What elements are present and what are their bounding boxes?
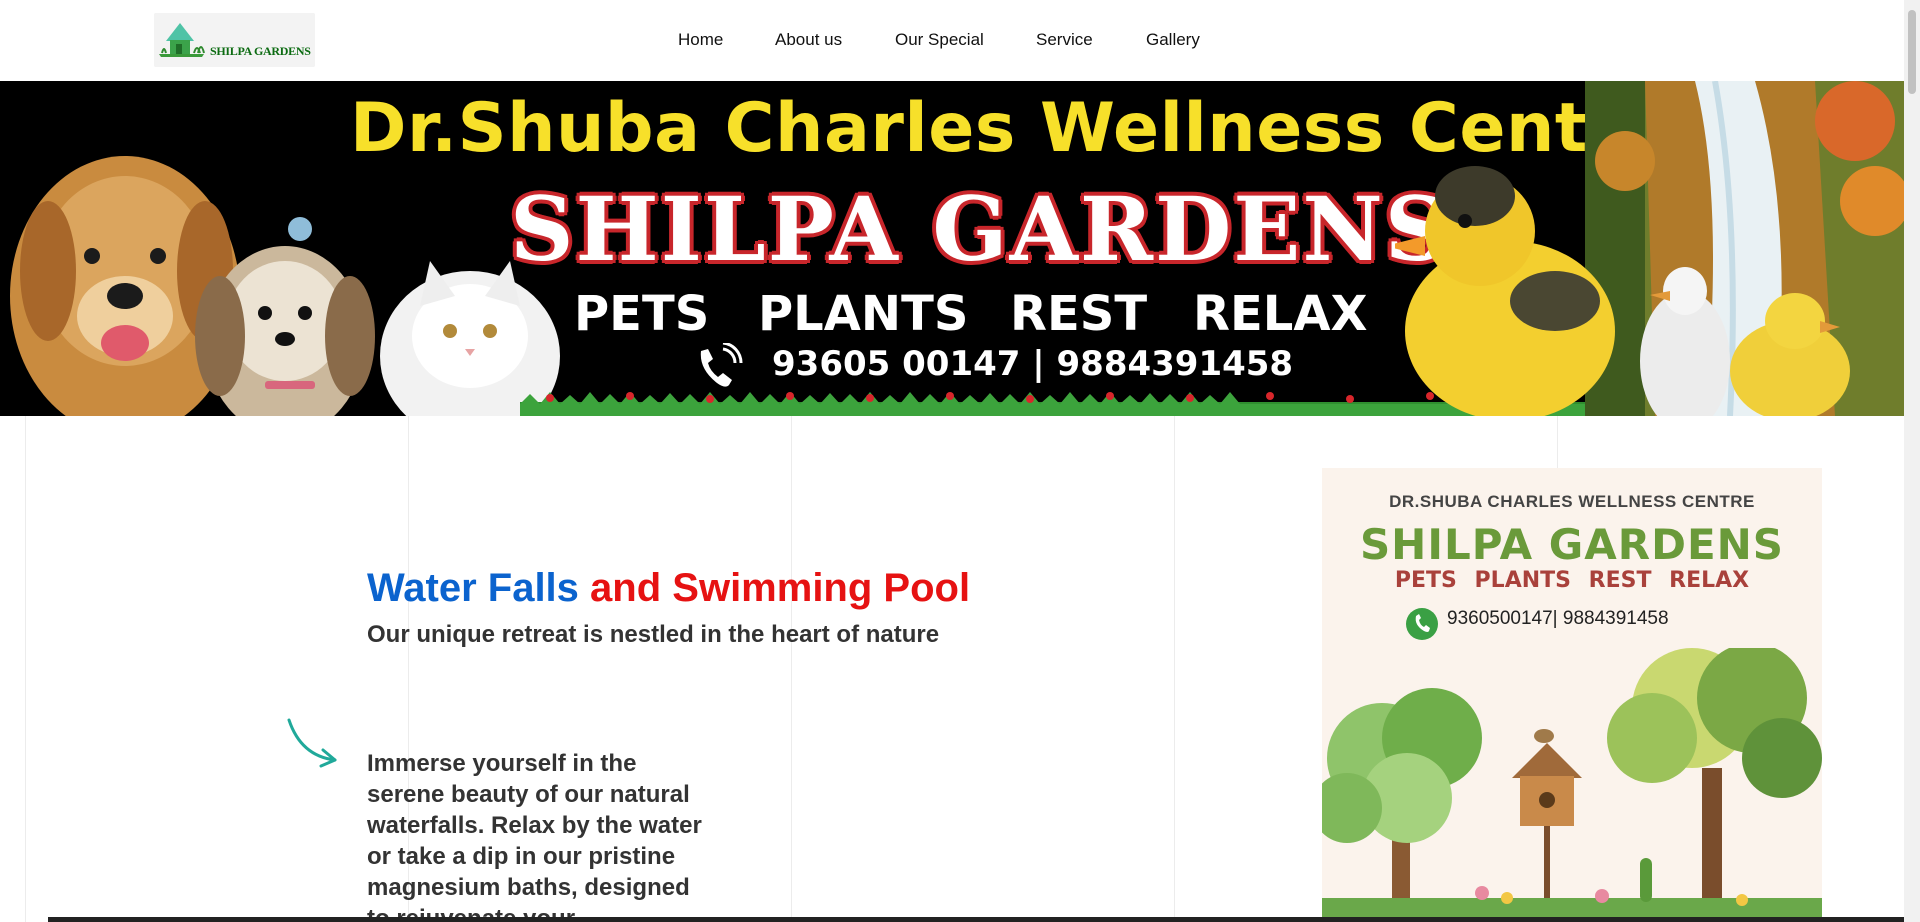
hero-banner: Dr.Shuba Charles Wellness Center SHILPA …: [0, 81, 1904, 416]
main-nav: Home About us Our Special Service Galler…: [0, 0, 1904, 81]
nav-service[interactable]: Service: [1036, 30, 1093, 50]
poster-brand: SHILPA GARDENS: [1359, 520, 1785, 569]
nav-home[interactable]: Home: [678, 30, 723, 50]
poster-words: PETS PLANTS REST RELAX: [1394, 568, 1750, 593]
scrollbar-thumb[interactable]: [1908, 10, 1916, 94]
bottom-edge-bar: [48, 917, 1904, 922]
heading-swimming-pool: and Swimming Pool: [590, 566, 971, 610]
grid-line: [25, 416, 26, 922]
poster-phone: 9360500147| 9884391458: [1447, 608, 1669, 629]
phone-icon: [700, 343, 743, 387]
banner-word-relax: RELAX: [1193, 286, 1368, 342]
curved-arrow-icon: [287, 718, 337, 768]
banner-word-rest: REST: [1010, 286, 1148, 342]
poster-top-line: DR.SHUBA CHARLES WELLNESS CENTRE: [1389, 492, 1755, 511]
banner-word-plants: PLANTS: [758, 286, 969, 342]
banner-brand: SHILPA GARDENS: [510, 177, 1451, 281]
nav-gallery[interactable]: Gallery: [1146, 30, 1200, 50]
heading-waterfalls: Water Falls: [367, 566, 579, 610]
nav-about-us[interactable]: About us: [775, 30, 842, 50]
content-section: Water Falls and Swimming Pool Our unique…: [0, 416, 1904, 922]
duck-waterfall-illustration: [1395, 81, 1904, 416]
section-heading: Water Falls and Swimming Pool: [367, 566, 970, 611]
grid-line: [1174, 416, 1175, 922]
whatsapp-phone-icon: [1406, 608, 1438, 640]
banner-word-pets: PETS: [574, 286, 710, 342]
grid-line: [791, 416, 792, 922]
trees-illustration: [1322, 648, 1822, 922]
nav-our-special[interactable]: Our Special: [895, 30, 984, 50]
wellness-poster: DR.SHUBA CHARLES WELLNESS CENTRE SHILPA …: [1322, 468, 1822, 922]
vertical-scrollbar[interactable]: [1904, 0, 1920, 922]
banner-phone: 93605 00147 | 9884391458: [772, 344, 1294, 384]
site-header: SHILPA GARDENS Home About us Our Special…: [0, 0, 1904, 81]
section-subheading: Our unique retreat is nestled in the hea…: [367, 621, 940, 648]
section-paragraph: Immerse yourself in the serene beauty of…: [367, 750, 702, 922]
